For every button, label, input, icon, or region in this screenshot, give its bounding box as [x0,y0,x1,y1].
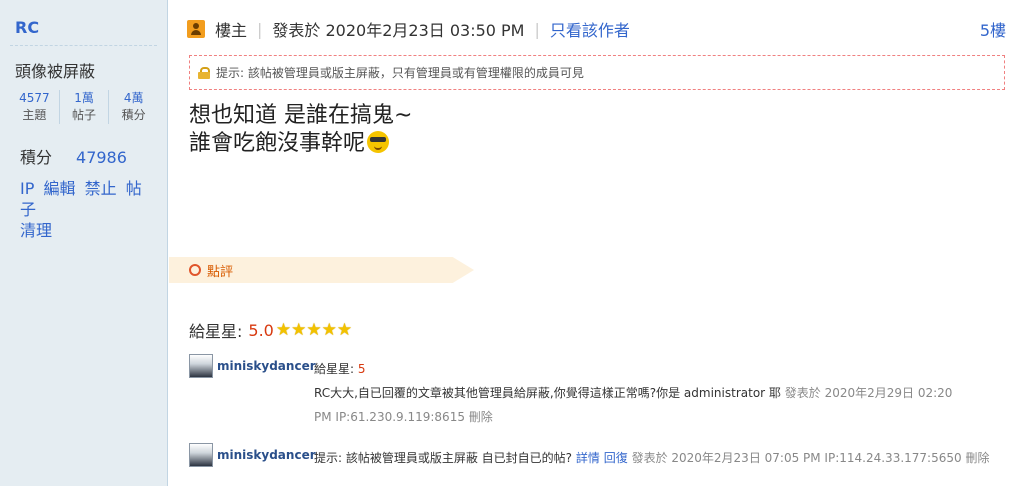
comment-score-label: 給星星: [314,362,355,376]
comment-item: miniskydancer 給星星: 5 RC大大,自已回覆的文章被其他管理員給… [189,354,989,424]
circle-icon [189,264,201,276]
author-name[interactable]: RC [15,18,39,37]
post-content-line-2: 誰會吃飽沒事幹呢 [189,130,412,158]
stat-points-value[interactable]: 4萬 [109,90,158,106]
owner-label: 樓主 [215,21,248,40]
detail-link[interactable]: 詳情 [576,451,600,465]
comment-meta: 發表於 2020年2月23日 07:05 PM IP:114.24.33.177… [631,451,962,465]
comment-score: 5 [357,362,366,376]
points-label: 積分 [20,148,53,167]
star-icon: ★ [275,319,292,340]
comment-username[interactable]: miniskydancer [217,359,316,373]
avatar-blocked-text: 頭像被屏蔽 [15,62,96,81]
blocked-notice-text: 提示: 該帖被管理員或版主屏蔽，只有管理員或有管理權限的成員可見 [216,66,584,80]
stat-posts[interactable]: 1萬 帖子 [60,90,110,124]
points-row: 積分 47986 [20,144,127,168]
blocked-notice: 提示: 該帖被管理員或版主屏蔽，只有管理員或有管理權限的成員可見 [189,55,1005,90]
points-value: 47986 [76,148,127,167]
sidebar-divider [10,45,157,46]
thread-owner-icon [187,20,205,38]
reply-link[interactable]: 回復 [604,451,628,465]
ban-link[interactable]: 禁止 [85,179,117,198]
delete-link[interactable]: 刪除 [469,410,493,424]
star-icon: ★ [306,319,322,340]
comment-ip: PM IP:61.230.9.119:8615 [314,410,465,424]
clean-link[interactable]: 清理 [20,221,52,240]
comment-body: 給星星: 5 RC大大,自已回覆的文章被其他管理員給屏蔽,你覺得這樣正常嗎?你是… [314,357,974,405]
star-icon: ★ [291,319,307,340]
only-author-link[interactable]: 只看該作者 [550,17,630,41]
comment-score-line: 給星星: 5 [314,357,974,381]
comment-text: RC大大,自已回覆的文章被其他管理員給屏蔽,你覺得這樣正常嗎?你是 admini… [314,386,781,400]
stat-points[interactable]: 4萬 積分 [109,90,158,124]
lock-icon [198,66,210,79]
post-time: 發表於 2020年2月23日 03:50 PM [272,21,525,40]
posts-link[interactable]: 帖子 [20,179,142,219]
post-content-line: 想也知道 是誰在搞鬼~ [189,103,413,128]
post-content: 想也知道 是誰在搞鬼~ 誰會吃飽沒事幹呢 [189,102,412,158]
post-main: 樓主 | 發表於 2020年2月23日 03:50 PM | 只看該作者 5樓 … [169,0,1024,486]
stars-score: 5.0 [248,320,274,340]
ip-link[interactable]: IP [20,179,34,198]
stars-label: 給星星: [189,322,243,341]
delete-link[interactable]: 刪除 [965,451,989,465]
author-sidebar: RC 頭像被屏蔽 4577 主題 1萬 帖子 4萬 積分 積分 47986 IP … [0,0,168,486]
admin-links: IP 編輯 禁止 帖子 清理 [20,178,160,241]
header-separator: | [534,19,540,39]
rating-tab[interactable]: 點評 [169,257,474,283]
stat-threads[interactable]: 4577 主題 [10,90,60,124]
floor-number-link[interactable]: 5樓 [980,17,1006,41]
comment-meta: 發表於 2020年2月29日 02:20 [784,386,953,400]
rating-tab-label: 點評 [207,264,234,280]
stat-points-label: 積分 [121,108,146,122]
comment-body: 提示: 該帖被管理員或版主屏蔽 自已封自已的帖? 詳情 回復 發表於 2020年… [314,446,1014,470]
post-content-text: 誰會吃飽沒事幹呢 [189,131,366,156]
stat-threads-label: 主題 [22,108,47,122]
sunglasses-emoji-icon [367,131,390,153]
avatar[interactable] [189,354,213,378]
comment-text: 提示: 該帖被管理員或版主屏蔽 自已封自已的帖? [314,451,573,465]
star-icon: ★ [321,319,337,340]
star-rating-summary: 給星星: 5.0 ★ ★ ★ ★ ★ [189,318,352,342]
stat-posts-value[interactable]: 1萬 [60,90,109,106]
stat-posts-label: 帖子 [72,108,97,122]
post-header: 樓主 | 發表於 2020年2月23日 03:50 PM | 只看該作者 5樓 [187,18,1006,40]
author-stats: 4577 主題 1萬 帖子 4萬 積分 [10,90,158,124]
stat-threads-value[interactable]: 4577 [10,90,59,106]
comment-text-line: RC大大,自已回覆的文章被其他管理員給屏蔽,你覺得這樣正常嗎?你是 admini… [314,381,974,405]
comment-item: miniskydancer 提示: 該帖被管理員或版主屏蔽 自已封自已的帖? 詳… [189,443,1009,471]
star-icon: ★ [336,319,353,340]
stars-display: ★ ★ ★ ★ ★ [275,319,353,340]
header-separator: | [257,19,263,39]
comment-meta-line: PM IP:61.230.9.119:8615 刪除 [314,405,493,429]
edit-link[interactable]: 編輯 [43,179,75,198]
comment-username[interactable]: miniskydancer [217,448,316,462]
avatar[interactable] [189,443,213,467]
